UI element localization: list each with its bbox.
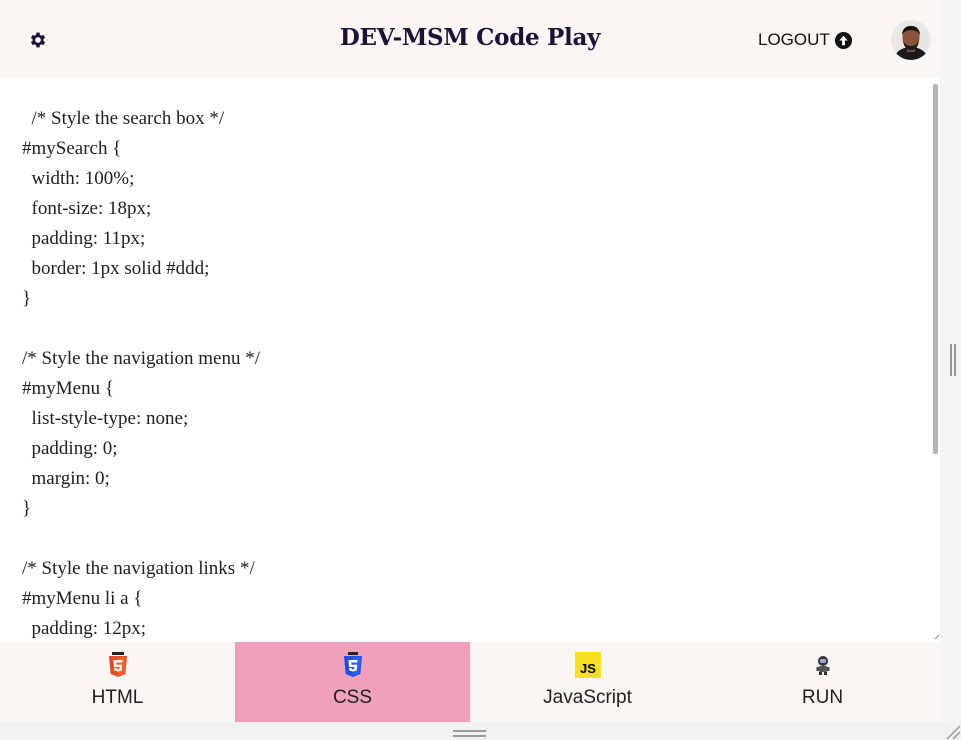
css3-icon [343, 652, 362, 677]
astronaut-icon [816, 656, 829, 675]
tab-javascript[interactable]: JS JavaScript [470, 642, 705, 722]
logout-label: LOGOUT [758, 30, 830, 49]
logout-button[interactable]: LOGOUT [758, 30, 853, 50]
html5-icon [108, 652, 127, 677]
tab-css[interactable]: CSS [235, 642, 470, 722]
vertical-resize-handle[interactable] [950, 344, 956, 376]
user-avatar[interactable] [891, 20, 931, 60]
top-bar: DEV-MSM Code Play LOGOUT [0, 0, 940, 78]
tab-javascript-label: JavaScript [543, 687, 632, 708]
svg-text:JS: JS [580, 661, 596, 676]
language-tabs: HTML CSS JS JavaScript RUN [0, 642, 940, 722]
tab-html[interactable]: HTML [0, 642, 235, 722]
tab-html-label: HTML [91, 687, 144, 708]
arrow-up-circle-icon [834, 31, 852, 49]
code-editor[interactable]: /* Style the search box */ #mySearch { w… [0, 78, 940, 642]
horizontal-resize-handle[interactable] [453, 730, 486, 737]
tab-run[interactable]: RUN [705, 642, 940, 722]
tab-css-label: CSS [332, 687, 373, 708]
avatar-image [891, 20, 931, 60]
editor-scrollbar-thumb[interactable] [933, 84, 938, 454]
tab-run-label: RUN [801, 687, 844, 708]
css-code-content[interactable]: /* Style the search box */ #mySearch { w… [22, 104, 260, 642]
javascript-icon: JS [574, 652, 601, 678]
app-window: DEV-MSM Code Play LOGOUT /* Style the se… [0, 0, 940, 722]
resize-grip-icon[interactable] [943, 722, 961, 740]
